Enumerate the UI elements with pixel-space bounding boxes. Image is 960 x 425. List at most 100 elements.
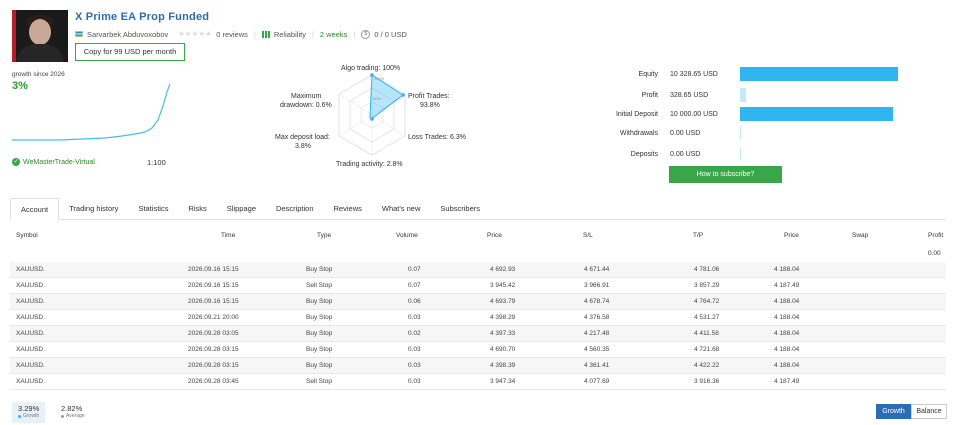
author-avatar[interactable] bbox=[12, 10, 68, 62]
reliability-label: Reliability bbox=[273, 29, 306, 39]
column-header[interactable]: Profit bbox=[928, 232, 943, 239]
table-cell: XAUUSD. bbox=[16, 298, 45, 305]
fin-row-withdrawals: Withdrawals 0.00 USD bbox=[560, 126, 741, 140]
tab-description[interactable]: Description bbox=[266, 198, 324, 220]
radar-drawdown-label-2: drawdown: 0.6% bbox=[280, 102, 332, 109]
account-name: WeMasterTrade-Virtual bbox=[23, 158, 95, 166]
radar-chart: 100% 60% bbox=[338, 73, 406, 156]
table-cell: 4 398.29 bbox=[490, 314, 516, 321]
reviews-count[interactable]: 0 reviews bbox=[216, 30, 248, 39]
profit-total: 0.00 bbox=[928, 250, 941, 257]
table-cell: 4 764.72 bbox=[694, 298, 720, 305]
radar-point bbox=[401, 93, 405, 97]
table-cell: 0.03 bbox=[408, 314, 421, 321]
table-cell: 4 560.35 bbox=[584, 346, 610, 353]
table-row[interactable]: XAUUSD. 2026.09.16 15:15 Buy Stop 0.07 4 692… bbox=[10, 262, 946, 278]
table-cell: Sell Stop bbox=[306, 378, 333, 385]
column-header[interactable]: T/P bbox=[693, 232, 703, 239]
average-stat[interactable]: 2.82% Average bbox=[55, 402, 91, 423]
tab-statistics[interactable]: Statistics bbox=[128, 198, 178, 220]
leverage: 1:100 bbox=[147, 158, 166, 167]
table-row[interactable]: XAUUSD. 2026.09.16 15:15 Sell Stop 0.07 3 94… bbox=[10, 278, 946, 294]
table-cell: 4 376.58 bbox=[584, 314, 610, 321]
table-cell: 2026.09.28 03:15 bbox=[188, 346, 239, 353]
table-cell: 0.07 bbox=[408, 282, 421, 289]
author-name[interactable]: Sarvarbek Abduvoxobov bbox=[87, 30, 168, 39]
fin-value: 10 328.65 USD bbox=[670, 70, 718, 78]
growth-stat[interactable]: 3.29% Growth bbox=[12, 402, 46, 423]
copy-button[interactable]: Copy for 99 USD per month bbox=[75, 43, 185, 61]
average-stat-sub: Average bbox=[61, 413, 85, 419]
fin-label: Withdrawals bbox=[619, 129, 658, 137]
table-cell: XAUUSD. bbox=[16, 378, 45, 385]
sparkline-baseline bbox=[12, 83, 171, 141]
orders-table: XAUUSD. 2026.09.16 15:15 Buy Stop 0.07 4 692… bbox=[10, 262, 946, 390]
fin-row-equity: Equity 10 328.65 USD bbox=[560, 67, 898, 81]
growth-stat-sub: Growth bbox=[18, 413, 39, 419]
radar-point bbox=[370, 117, 374, 121]
tab-risks[interactable]: Risks bbox=[178, 198, 216, 220]
table-cell: 4 781.06 bbox=[694, 266, 720, 273]
table-row[interactable]: XAUUSD. 2026.09.28 03:05 Buy Stop 0.02 4 397… bbox=[10, 326, 946, 342]
subscribe-button[interactable]: How to subscribe? bbox=[669, 166, 782, 183]
divider: | bbox=[253, 29, 256, 39]
table-row[interactable]: XAUUSD. 2026.09.28 03:15 Buy Stop 0.03 4 690… bbox=[10, 342, 946, 358]
table-cell: Buy Stop bbox=[306, 362, 333, 369]
table-cell: 4 188.04 bbox=[774, 330, 800, 337]
table-cell: 2026.09.16 15:15 bbox=[188, 282, 239, 289]
table-cell: 4 721.68 bbox=[694, 346, 720, 353]
tab-reviews[interactable]: Reviews bbox=[324, 198, 372, 220]
table-row[interactable]: XAUUSD. 2026.09.16 15:15 Buy Stop 0.06 4 693… bbox=[10, 294, 946, 310]
account-type[interactable]: ✓ WeMasterTrade-Virtual bbox=[12, 158, 95, 166]
fin-label: Profit bbox=[641, 91, 658, 99]
growth-sparkline bbox=[12, 83, 171, 141]
table-cell: 4 678.74 bbox=[584, 298, 610, 305]
table-cell: 2026.09.28 03:05 bbox=[188, 330, 239, 337]
table-cell: 0.03 bbox=[408, 378, 421, 385]
growth-toggle-button[interactable]: Growth bbox=[876, 404, 911, 419]
balance-toggle-button[interactable]: Balance bbox=[911, 404, 947, 419]
table-cell: 4 671.44 bbox=[584, 266, 610, 273]
growth-stat-value: 3.29% bbox=[18, 404, 40, 413]
table-cell: 4 398.39 bbox=[490, 362, 516, 369]
table-cell: 4 188.04 bbox=[774, 314, 800, 321]
table-cell: 2026.09.28 03:15 bbox=[188, 362, 239, 369]
column-header[interactable]: Swap bbox=[852, 232, 868, 239]
table-cell: Sell Stop bbox=[306, 282, 333, 289]
radar-deposit-label-1: Max deposit load: bbox=[275, 134, 330, 141]
column-header[interactable]: Time bbox=[221, 232, 235, 239]
tab-trading-history[interactable]: Trading history bbox=[59, 198, 128, 220]
column-header[interactable]: Price bbox=[487, 232, 502, 239]
fin-label: Equity bbox=[638, 70, 658, 78]
table-cell: 4 692.93 bbox=[490, 266, 516, 273]
radar-deposit-label-2: 3.8% bbox=[295, 143, 311, 150]
avatar-body bbox=[16, 44, 64, 62]
column-header[interactable]: Price bbox=[784, 232, 799, 239]
tab-subscribers[interactable]: Subscribers bbox=[430, 198, 490, 220]
table-cell: 2026.09.16 15:15 bbox=[188, 266, 239, 273]
tab-slippage[interactable]: Slippage bbox=[217, 198, 266, 220]
table-row[interactable]: XAUUSD. 2026.09.28 03:45 Sell Stop 0.03 3 94… bbox=[10, 374, 946, 390]
table-cell: XAUUSD. bbox=[16, 266, 45, 273]
signal-title[interactable]: X Prime EA Prop Funded bbox=[75, 11, 209, 23]
column-header[interactable]: Type bbox=[317, 232, 331, 239]
fin-row-initial-deposit: Initial Deposit 10 000.00 USD bbox=[560, 107, 894, 121]
table-row[interactable]: XAUUSD. 2026.09.28 03:15 Buy Stop 0.03 4 398… bbox=[10, 358, 946, 374]
table-cell: XAUUSD. bbox=[16, 282, 45, 289]
column-header[interactable]: Volume bbox=[396, 232, 418, 239]
fin-label: Deposits bbox=[630, 150, 658, 158]
table-cell: 4 187.49 bbox=[774, 282, 800, 289]
column-header[interactable]: S/L bbox=[583, 232, 593, 239]
column-header[interactable]: Symbol bbox=[16, 232, 38, 239]
tab-account[interactable]: Account bbox=[10, 198, 60, 221]
signal-meta: Sarvarbek Abduvoxobov ★★★★★ 0 reviews | … bbox=[75, 29, 407, 39]
tab-what-s-new[interactable]: What's new bbox=[372, 198, 431, 220]
table-cell: Buy Stop bbox=[306, 314, 333, 321]
table-cell: 3 966.91 bbox=[584, 282, 610, 289]
table-cell: 0.02 bbox=[408, 330, 421, 337]
average-stat-value: 2.82% bbox=[61, 404, 83, 413]
table-row[interactable]: XAUUSD. 2026.09.21 20:00 Buy Stop 0.03 4 398… bbox=[10, 310, 946, 326]
divider: | bbox=[311, 29, 314, 39]
table-cell: 2026.09.28 03:45 bbox=[188, 378, 239, 385]
fin-bar bbox=[740, 88, 746, 102]
